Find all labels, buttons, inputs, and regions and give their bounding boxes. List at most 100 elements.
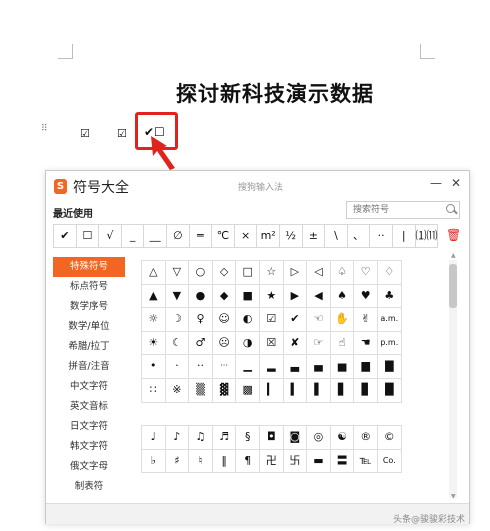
- symbol-cell[interactable]: ▷: [282, 260, 308, 285]
- symbol-cell[interactable]: ☚: [353, 330, 378, 356]
- symbol-cell[interactable]: ◘: [259, 425, 284, 450]
- symbol-cell[interactable]: ♯: [164, 448, 190, 474]
- symbol-cell[interactable]: ☹: [211, 330, 237, 356]
- symbol-cell[interactable]: ○: [188, 260, 213, 285]
- symbol-cell[interactable]: █: [377, 378, 402, 403]
- symbol-cell[interactable]: ♡: [353, 260, 378, 285]
- symbol-cell[interactable]: □: [235, 260, 260, 285]
- recent-symbol-cell[interactable]: ═: [188, 224, 213, 248]
- recent-symbol-cell[interactable]: m²: [256, 224, 280, 248]
- category-item[interactable]: 拼音/注音: [53, 357, 125, 377]
- symbol-cell[interactable]: ▼: [164, 283, 190, 309]
- recent-symbol-cell[interactable]: √: [98, 224, 122, 248]
- symbol-cell[interactable]: ▃: [282, 354, 308, 379]
- symbol-cell[interactable]: ♩: [141, 425, 166, 450]
- symbol-cell[interactable]: ▌: [306, 378, 331, 403]
- category-item[interactable]: 制表符: [53, 477, 125, 497]
- symbol-cell[interactable]: a.m.: [377, 307, 402, 332]
- symbol-cell[interactable]: ®: [353, 425, 378, 450]
- recent-symbol-cell[interactable]: __: [143, 224, 167, 248]
- symbol-cell[interactable]: ♀: [188, 307, 213, 332]
- symbol-cell[interactable]: ◎: [306, 425, 331, 450]
- symbol-cell[interactable]: ▶: [282, 283, 308, 309]
- category-item[interactable]: 特殊符号: [53, 257, 125, 277]
- symbol-cell[interactable]: [283, 402, 308, 412]
- symbol-cell[interactable]: ▓: [211, 378, 237, 403]
- recent-symbol-cell[interactable]: ∅: [165, 224, 190, 248]
- checkbox-checked-2[interactable]: ☑: [117, 127, 127, 140]
- symbol-cell[interactable]: ‖: [211, 448, 237, 474]
- recent-symbol-cell[interactable]: ½: [278, 224, 303, 248]
- symbol-cell[interactable]: [188, 402, 213, 412]
- symbol-cell[interactable]: •: [141, 354, 166, 379]
- symbol-cell[interactable]: ♬: [211, 425, 237, 450]
- symbol-cell[interactable]: ☒: [259, 330, 284, 356]
- symbol-cell[interactable]: [235, 402, 260, 412]
- symbol-cell[interactable]: ♢: [377, 260, 402, 285]
- symbol-cell[interactable]: ◁: [306, 260, 331, 285]
- symbol-cell[interactable]: ♂: [188, 330, 213, 356]
- symbol-cell[interactable]: ♫: [188, 425, 213, 450]
- close-button[interactable]: ✕: [449, 176, 463, 190]
- symbol-cell[interactable]: ■: [235, 283, 260, 309]
- symbol-cell[interactable]: ▲: [141, 283, 166, 309]
- category-item[interactable]: 中文字符: [53, 377, 125, 397]
- symbol-cell[interactable]: ♭: [141, 448, 166, 474]
- symbol-cell[interactable]: ☆: [259, 260, 284, 285]
- symbol-cell[interactable]: [306, 402, 331, 412]
- symbol-cell[interactable]: §: [235, 425, 260, 450]
- recent-symbol-cell[interactable]: _: [120, 224, 145, 248]
- symbol-cell[interactable]: ▬: [306, 448, 331, 474]
- symbol-cell[interactable]: ∷: [141, 378, 166, 403]
- symbol-cell[interactable]: ☼: [141, 307, 166, 332]
- symbol-cell[interactable]: ✘: [282, 330, 308, 356]
- category-item[interactable]: 标点符号: [53, 277, 125, 297]
- recent-symbol-cell[interactable]: ··: [369, 224, 393, 248]
- symbol-cell[interactable]: ☺: [211, 307, 237, 332]
- recent-symbol-cell[interactable]: ±: [301, 224, 326, 248]
- symbol-cell[interactable]: ※: [164, 378, 190, 403]
- scrollbar-thumb[interactable]: [449, 264, 457, 308]
- symbol-cell[interactable]: ▎: [259, 378, 284, 403]
- symbol-cell[interactable]: ☞: [306, 330, 331, 356]
- symbol-cell[interactable]: ♮: [188, 448, 213, 474]
- recent-symbol-cell[interactable]: \: [324, 224, 348, 248]
- symbol-cell[interactable]: [212, 402, 237, 412]
- symbol-cell[interactable]: ··: [188, 354, 213, 379]
- minimize-button[interactable]: —: [429, 176, 443, 190]
- symbol-cell[interactable]: ☾: [164, 330, 190, 356]
- symbol-cell[interactable]: 〓: [329, 448, 355, 474]
- symbol-cell[interactable]: ◀: [306, 283, 331, 309]
- checkbox-checked-1[interactable]: ☑: [80, 127, 90, 140]
- recent-symbol-cell[interactable]: ×: [233, 224, 258, 248]
- symbol-cell[interactable]: [330, 402, 355, 412]
- category-item[interactable]: 希腊/拉丁: [53, 337, 125, 357]
- recent-symbol-cell[interactable]: ℃: [211, 224, 235, 248]
- symbol-cell[interactable]: p.m.: [377, 330, 402, 356]
- symbol-cell[interactable]: ◑: [235, 330, 260, 356]
- symbol-search-input[interactable]: [346, 201, 460, 219]
- scroll-down-icon[interactable]: ▼: [451, 493, 456, 500]
- drag-handle-icon[interactable]: ⠿: [41, 125, 49, 139]
- symbol-cell[interactable]: 卐: [282, 448, 308, 474]
- symbol-cell[interactable]: ·: [164, 354, 190, 379]
- category-item[interactable]: 数学序号: [53, 297, 125, 317]
- symbol-cell[interactable]: ●: [188, 283, 213, 309]
- symbol-cell[interactable]: ✔: [282, 307, 308, 332]
- recent-symbol-cell[interactable]: 、: [346, 224, 371, 248]
- symbol-cell[interactable]: 卍: [259, 448, 284, 474]
- symbol-cell[interactable]: ✋: [329, 307, 355, 332]
- symbol-cell[interactable]: ▄: [306, 354, 331, 379]
- symbol-cell[interactable]: ▍: [282, 378, 308, 403]
- search-icon[interactable]: [446, 204, 455, 213]
- symbol-cell[interactable]: ▂: [259, 354, 284, 379]
- symbol-cell[interactable]: ☜: [306, 307, 331, 332]
- category-item[interactable]: 日文字符: [53, 417, 125, 437]
- symbol-cell[interactable]: ☀: [141, 330, 166, 356]
- symbol-cell[interactable]: ▩: [235, 378, 260, 403]
- symbol-cell[interactable]: ▅: [329, 354, 355, 379]
- symbol-cell[interactable]: [377, 402, 402, 412]
- symbol-cell[interactable]: ◇: [211, 260, 237, 285]
- category-item[interactable]: 数学/单位: [53, 317, 125, 337]
- symbol-cell[interactable]: ℡: [353, 448, 378, 474]
